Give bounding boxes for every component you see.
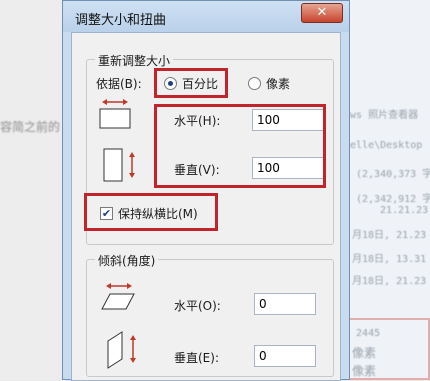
dialog-title: 调整大小和扭曲 — [75, 13, 167, 28]
horizontal-skew-icon — [101, 283, 135, 310]
horizontal-resize-icon — [99, 99, 131, 129]
background-line: dows 照片查看器 — [338, 110, 419, 121]
skew-horizontal-label: 水平(O): — [174, 299, 221, 313]
keep-ratio-highlight-box — [84, 193, 218, 231]
close-icon: ✕ — [316, 5, 328, 20]
background-line: 像素 — [352, 346, 377, 360]
basis-label: 依据(B): — [96, 77, 142, 91]
dialog-titlebar[interactable]: 调整大小和扭曲 ✕ — [63, 1, 349, 32]
size-fields-highlight-box — [154, 104, 326, 188]
background-line: (2,340,373 字 — [356, 169, 430, 180]
pixels-label[interactable]: 像素 — [266, 75, 290, 92]
background-line: 像素 — [352, 364, 377, 378]
skew-group-label: 倾斜(角度) — [95, 252, 159, 269]
resize-group-label: 重新调整大小 — [95, 52, 174, 69]
vertical-skew-icon — [107, 331, 136, 369]
background-line: 月18日, 21.23 — [352, 276, 427, 287]
vertical-resize-icon — [103, 148, 135, 182]
skew-vertical-label: 垂直(E): — [174, 351, 219, 365]
skew-vertical-input[interactable] — [254, 345, 316, 367]
background-line: nelle\Desktop — [344, 140, 423, 151]
close-button[interactable]: ✕ — [301, 3, 343, 23]
background-line: 月18日, 21.23 — [352, 230, 427, 241]
background-line: 月18日, 13.31 — [352, 254, 427, 265]
percent-highlight-box — [154, 68, 228, 98]
background-line: 21.21.23 — [380, 205, 429, 216]
background-line: (2,342,912 字 — [356, 194, 430, 205]
skew-horizontal-input[interactable] — [254, 293, 316, 315]
resize-skew-dialog: 调整大小和扭曲 ✕ 重新调整大小 依据(B): 百分比 像素 水平(H): 10… — [62, 0, 350, 381]
background-text-fragment: 容简之前的 — [0, 120, 61, 134]
pixels-radio[interactable] — [248, 77, 261, 90]
